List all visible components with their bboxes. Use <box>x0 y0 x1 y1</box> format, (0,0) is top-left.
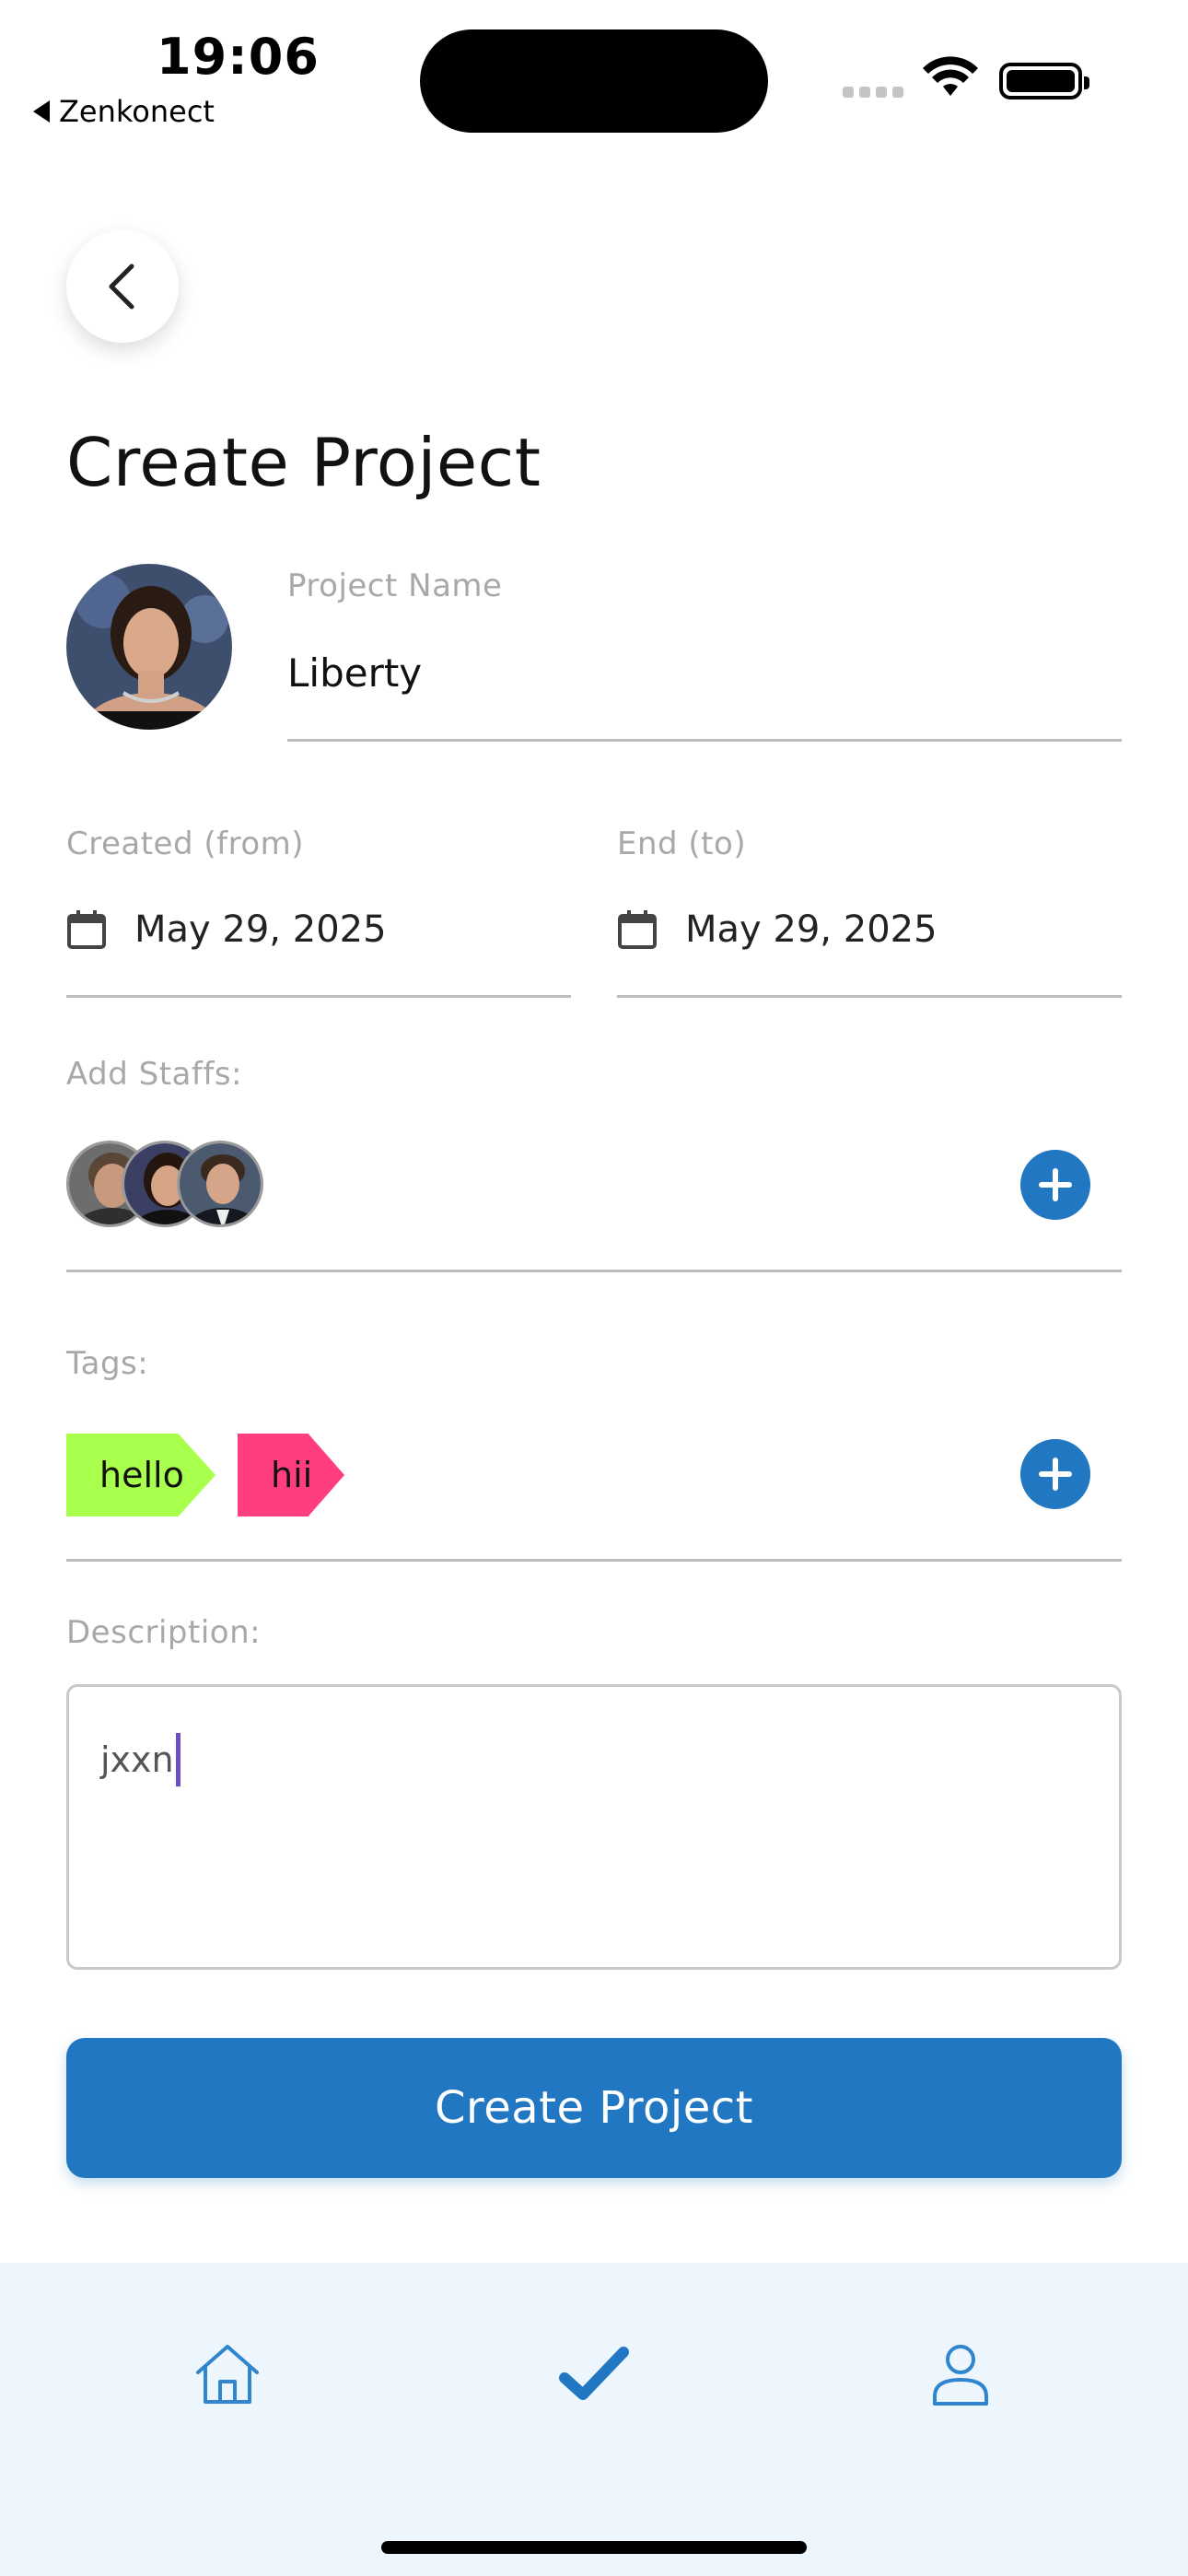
checkmark-icon <box>559 2347 629 2400</box>
tag-label: hello <box>99 1455 184 1495</box>
end-to-field[interactable]: May 29, 2025 <box>617 908 938 951</box>
wifi-icon <box>923 56 978 96</box>
back-app-label: Zenkonect <box>59 94 215 129</box>
user-icon <box>933 2345 988 2406</box>
chevron-left-icon <box>109 263 134 310</box>
tag-chip[interactable]: hello <box>66 1434 215 1516</box>
add-tag-button[interactable] <box>1020 1439 1090 1509</box>
add-staff-button[interactable] <box>1020 1150 1090 1220</box>
cellular-signal-icon <box>843 87 903 98</box>
project-name-underline <box>287 739 1122 742</box>
plus-icon <box>1039 1168 1072 1201</box>
end-to-value: May 29, 2025 <box>685 908 938 951</box>
staff-avatar-group[interactable] <box>66 1141 269 1227</box>
tags-underline <box>66 1559 1122 1562</box>
calendar-icon <box>67 910 106 949</box>
tag-chip[interactable]: hii <box>238 1434 344 1516</box>
text-caret <box>175 1733 181 1786</box>
created-from-value: May 29, 2025 <box>134 908 387 951</box>
description-value: jxxn <box>100 1739 174 1780</box>
add-staffs-label: Add Staffs: <box>66 1056 242 1093</box>
created-from-label: Created (from) <box>66 825 305 862</box>
description-label: Description: <box>66 1614 262 1651</box>
back-button[interactable] <box>66 230 179 343</box>
plus-icon <box>1039 1458 1072 1491</box>
project-name-input[interactable]: Liberty <box>287 650 422 696</box>
created-from-field[interactable]: May 29, 2025 <box>66 908 387 951</box>
dynamic-island <box>420 29 768 133</box>
home-icon <box>196 2345 259 2404</box>
back-to-app-link[interactable]: Zenkonect <box>33 94 215 129</box>
back-triangle-icon <box>33 100 50 123</box>
staff-avatar <box>177 1141 263 1227</box>
create-project-button[interactable]: Create Project <box>66 2038 1122 2178</box>
tags-label: Tags: <box>66 1345 149 1382</box>
tab-profile[interactable] <box>919 2333 1002 2416</box>
tag-label: hii <box>271 1455 313 1495</box>
tab-tasks[interactable] <box>553 2333 635 2416</box>
end-to-underline <box>617 995 1122 998</box>
tab-home[interactable] <box>186 2333 269 2416</box>
page-title: Create Project <box>66 424 542 501</box>
home-indicator[interactable] <box>381 2541 807 2554</box>
battery-icon <box>999 63 1089 100</box>
project-name-label: Project Name <box>287 568 503 604</box>
tab-bar <box>0 2263 1188 2576</box>
status-time: 19:06 <box>157 28 320 86</box>
project-avatar[interactable] <box>66 564 232 730</box>
created-from-underline <box>66 995 571 998</box>
end-to-label: End (to) <box>617 825 747 862</box>
description-textarea[interactable]: jxxn <box>66 1684 1122 1970</box>
calendar-icon <box>618 910 657 949</box>
staffs-underline <box>66 1270 1122 1272</box>
